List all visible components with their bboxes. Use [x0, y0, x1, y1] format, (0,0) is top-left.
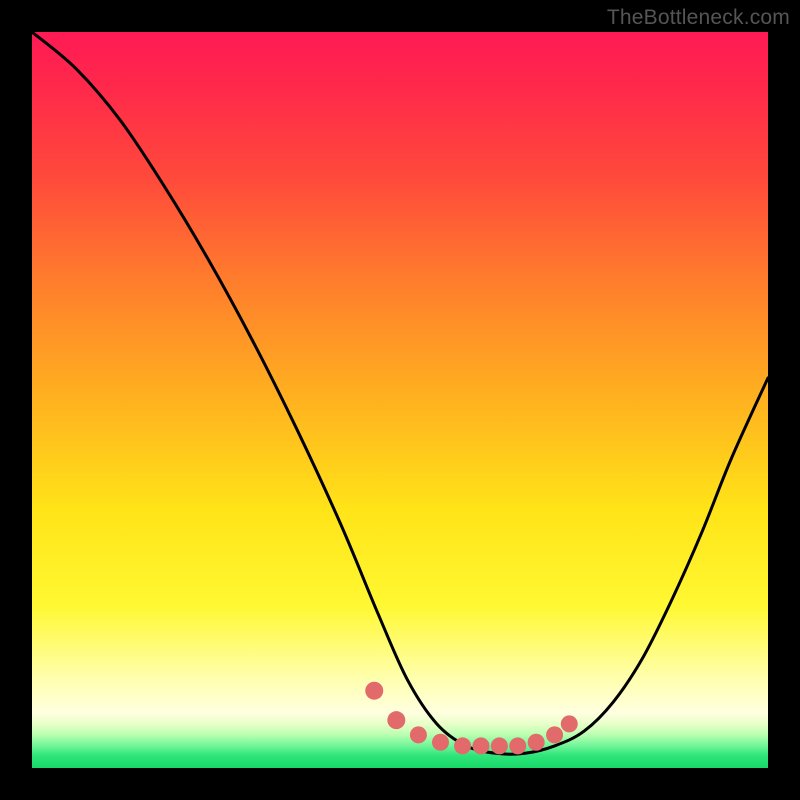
plot-area	[32, 32, 768, 768]
watermark-text: TheBottleneck.com	[607, 6, 790, 30]
chart-frame: TheBottleneck.com	[0, 0, 800, 800]
gradient-background	[32, 32, 768, 768]
